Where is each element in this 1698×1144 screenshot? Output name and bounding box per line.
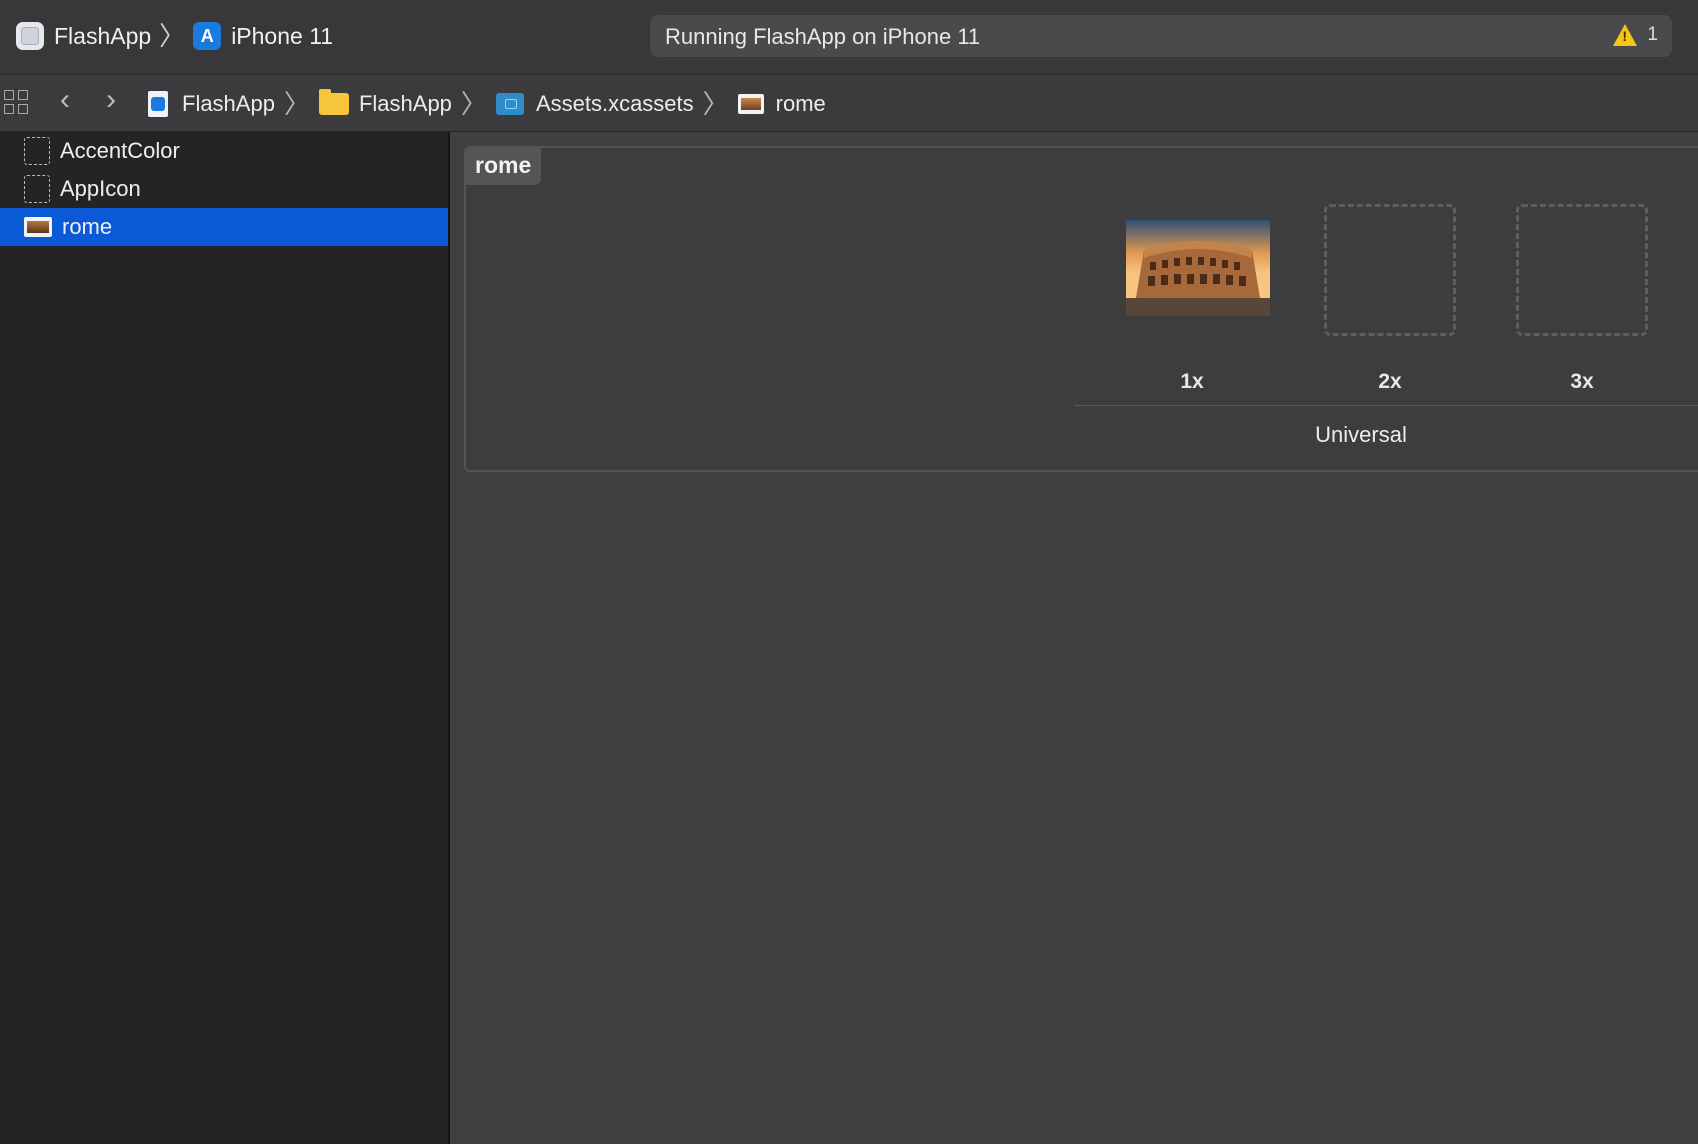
warning-indicator[interactable]: 1 [1613, 24, 1658, 46]
image-slot-3x[interactable] [1516, 204, 1648, 336]
app-icon-set-icon [24, 175, 50, 203]
color-set-icon [24, 137, 50, 165]
chevron-right-icon: 〉 [702, 89, 729, 119]
jump-bar: ‹ › FlashApp 〉 FlashApp 〉 Assets.xcasset… [0, 75, 1698, 132]
warning-count: 1 [1647, 24, 1658, 45]
image-set-icon [24, 217, 52, 237]
folder-icon [318, 89, 349, 115]
app-target-icon [16, 22, 44, 50]
chevron-right-icon: 〉 [159, 21, 186, 51]
asset-item-label: AppIcon [60, 176, 141, 201]
asset-item-label: rome [62, 214, 113, 239]
asset-editor: rome 1x 2x 3x Universal [450, 132, 1698, 1144]
slot-label-3x: 3x [1570, 370, 1594, 393]
breadcrumb-item-project[interactable]: FlashApp [148, 91, 275, 117]
breadcrumb-item-folder[interactable]: FlashApp [318, 89, 452, 117]
asset-item-label: AccentColor [60, 138, 180, 163]
breadcrumb-label: rome [775, 91, 826, 116]
colosseum-illustration [1126, 220, 1270, 316]
scheme-selector[interactable]: FlashApp 〉 A iPhone 11 [16, 20, 333, 52]
slot-label-1x: 1x [1180, 370, 1204, 393]
slot-group-divider [1074, 405, 1698, 406]
asset-item-appicon[interactable]: AppIcon [0, 170, 448, 208]
breadcrumb-label: FlashApp [358, 91, 452, 116]
scheme-app-name[interactable]: FlashApp [54, 23, 151, 50]
colosseum-thumbnail [1126, 220, 1270, 316]
forward-arrow-icon[interactable]: › [106, 85, 116, 115]
scheme-device-name[interactable]: iPhone 11 [231, 23, 333, 50]
slot-label-2x: 2x [1378, 370, 1402, 393]
xcode-project-icon [148, 91, 168, 117]
warning-triangle-icon [1613, 24, 1638, 46]
chevron-right-icon: 〉 [460, 89, 487, 119]
asset-item-rome[interactable]: rome [0, 208, 448, 246]
breadcrumb: FlashApp 〉 FlashApp 〉 Assets.xcassets 〉 … [148, 89, 826, 119]
xcassets-icon [495, 93, 524, 115]
image-asset-icon [737, 94, 764, 114]
activity-view: Running FlashApp on iPhone 11 1 [650, 15, 1672, 57]
asset-catalog-outline: AccentColor AppIcon rome [0, 132, 450, 1144]
related-items-grid-icon[interactable] [4, 90, 30, 116]
chevron-right-icon: 〉 [283, 89, 310, 119]
asset-item-accentcolor[interactable]: AccentColor [0, 132, 448, 170]
image-slot-2x[interactable] [1324, 204, 1456, 336]
device-icon: A [193, 22, 222, 50]
breadcrumb-item-image[interactable]: rome [737, 91, 826, 117]
window-toolbar: FlashApp 〉 A iPhone 11 Running FlashApp … [0, 0, 1698, 75]
image-set-panel: rome 1x 2x 3x Universal [464, 146, 1698, 472]
breadcrumb-item-xcassets[interactable]: Assets.xcassets [495, 91, 694, 117]
image-set-name[interactable]: rome [466, 148, 542, 185]
image-slot-1x[interactable] [1126, 204, 1270, 336]
activity-status-text: Running FlashApp on iPhone 11 [665, 24, 981, 49]
breadcrumb-label: FlashApp [182, 91, 275, 116]
breadcrumb-label: Assets.xcassets [535, 91, 694, 116]
back-arrow-icon[interactable]: ‹ [60, 85, 70, 115]
slot-group-label: Universal [1315, 422, 1407, 447]
